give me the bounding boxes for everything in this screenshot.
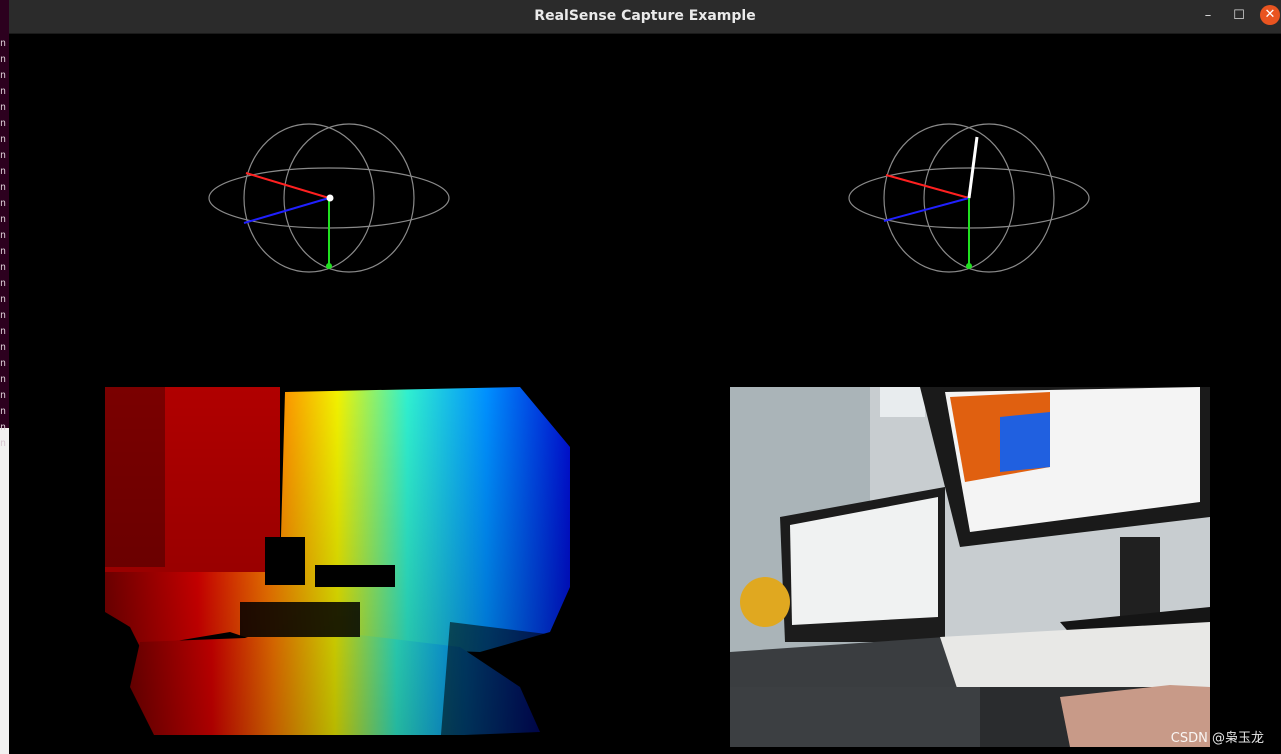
terminal-line-glyph: n xyxy=(0,230,7,241)
depth-hole-monitor xyxy=(265,537,305,585)
terminal-line-glyph: n xyxy=(0,86,7,97)
terminal-line-glyph: n xyxy=(0,118,7,129)
terminal-line-glyph: n xyxy=(0,374,7,385)
terminal-line-glyph: n xyxy=(0,70,7,81)
depth-hole-right xyxy=(440,622,571,747)
depth-left-edge xyxy=(100,387,105,747)
window-title: RealSense Capture Example xyxy=(534,8,756,24)
terminal-line-glyph: n xyxy=(0,54,7,65)
y-axis-tip xyxy=(326,263,332,269)
camera-window-frame xyxy=(880,387,925,417)
keyboard xyxy=(730,687,980,747)
desktop-background xyxy=(0,428,9,754)
gyro-motion-sphere xyxy=(848,123,1090,273)
watermark-text: CSDN @枭玉龙 xyxy=(1170,731,1264,746)
depth-hole-bottom xyxy=(100,735,571,747)
sphere-ring-vertical-left xyxy=(243,123,375,273)
terminal-line-glyph: n xyxy=(0,390,7,401)
maximize-button[interactable]: ☐ xyxy=(1228,5,1250,27)
sphere-ring-vertical-left xyxy=(883,123,1015,273)
color-stream-view xyxy=(730,387,1210,747)
terminal-line-glyph: n xyxy=(0,262,7,273)
depth-hole-lower xyxy=(240,602,360,637)
terminal-line-glyph: n xyxy=(0,38,7,49)
window-titlebar[interactable]: RealSense Capture Example – ☐ ✕ xyxy=(9,0,1281,34)
terminal-line-glyph: n xyxy=(0,182,7,193)
terminal-line-glyph: n xyxy=(0,310,7,321)
monitor-right-depth-thumb-cool xyxy=(1000,412,1050,472)
accel-vector-tip xyxy=(326,194,334,202)
monitor-stand xyxy=(1120,537,1160,622)
depth-hole-left xyxy=(105,642,130,747)
terminal-line-glyph: n xyxy=(0,278,7,289)
accel-motion-sphere xyxy=(208,123,450,273)
terminal-line-glyph: n xyxy=(0,294,7,305)
terminal-line-glyph: n xyxy=(0,358,7,369)
close-button[interactable]: ✕ xyxy=(1260,5,1280,25)
terminal-line-glyph: n xyxy=(0,198,7,209)
terminal-background-strip: nnnnnnnnnnnnnnnnnnnnnnnnnn xyxy=(0,0,9,754)
x-axis-line xyxy=(245,172,330,199)
terminal-line-glyph: n xyxy=(0,166,7,177)
sphere-ring-vertical-right xyxy=(923,123,1055,273)
terminal-line-glyph: n xyxy=(0,150,7,161)
terminal-line-glyph: n xyxy=(0,438,7,449)
depth-hole-box xyxy=(315,565,395,587)
sphere-ring-vertical-right xyxy=(283,123,415,273)
terminal-line-glyph: n xyxy=(0,326,7,337)
terminal-line-glyph: n xyxy=(0,246,7,257)
terminal-line-glyph: n xyxy=(0,102,7,113)
terminal-line-glyph: n xyxy=(0,134,7,145)
depth-stream-view xyxy=(100,387,571,747)
terminal-line-glyph: n xyxy=(0,406,7,417)
y-axis-tip xyxy=(966,263,972,269)
minimize-button[interactable]: – xyxy=(1197,5,1219,27)
yellow-object xyxy=(740,577,790,627)
terminal-line-glyph: n xyxy=(0,214,7,225)
terminal-line-glyph: n xyxy=(0,422,7,433)
terminal-line-glyph: n xyxy=(0,342,7,353)
x-axis-line xyxy=(885,174,970,199)
